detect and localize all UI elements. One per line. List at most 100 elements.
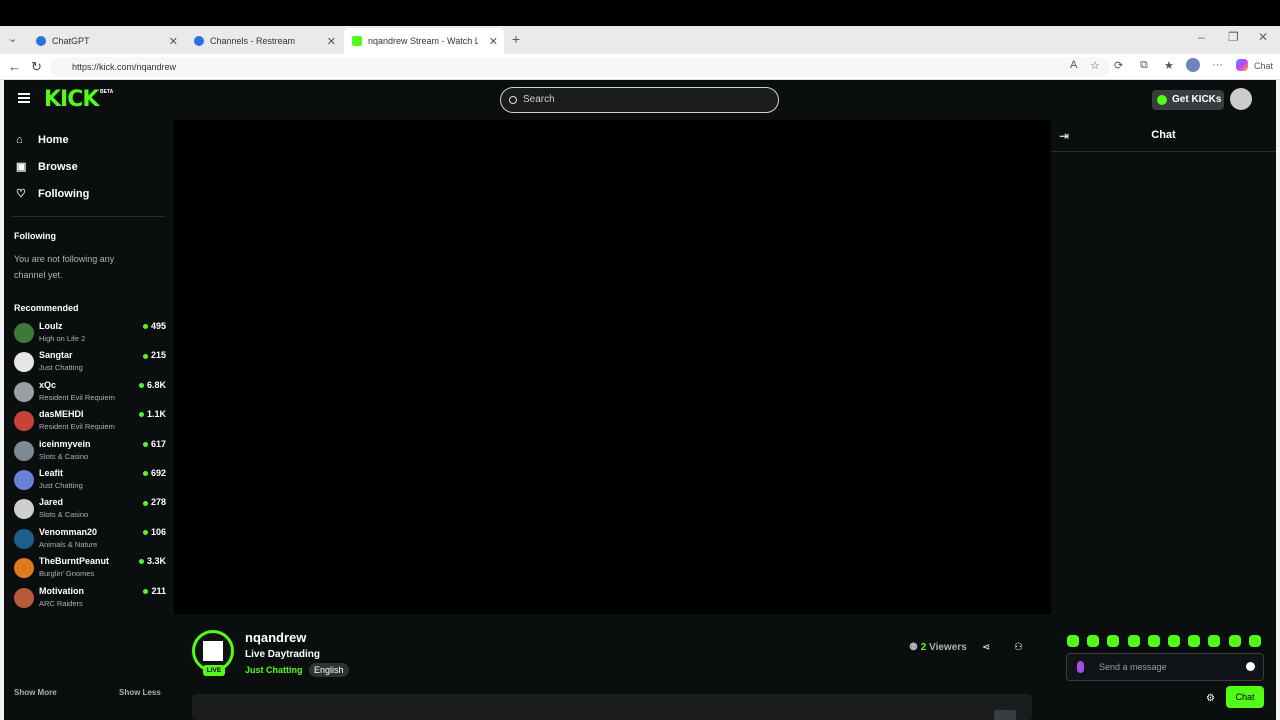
beta-label: BETA xyxy=(100,89,114,95)
recommended-channel[interactable]: Motivation ARC Raiders 211 xyxy=(14,585,166,613)
channel-name[interactable]: nqandrew xyxy=(245,630,306,645)
channel-category: Slots & Casino xyxy=(39,510,89,520)
favorite-star-icon[interactable]: ☆ xyxy=(1090,59,1100,72)
tab-title: Channels - Restream xyxy=(210,36,296,46)
chatgpt-favicon-icon xyxy=(36,36,46,46)
recommended-channel[interactable]: iceinmyvein Slots & Casino 617 xyxy=(14,438,166,466)
emote-icon[interactable] xyxy=(1248,635,1261,647)
stream-category[interactable]: Just Chatting xyxy=(245,665,303,675)
recommended-channel[interactable]: Venomman20 Animals & Nature 106 xyxy=(14,526,166,554)
stream-title: Live Daytrading xyxy=(245,649,321,660)
channel-name: Motivation xyxy=(39,585,84,596)
menu-icon[interactable] xyxy=(18,93,30,103)
show-more-button[interactable]: Show More xyxy=(14,688,57,697)
recommended-channel[interactable]: dasMEHDI Resident Evil Requiem 1.1K xyxy=(14,408,166,436)
home-icon: ⌂ xyxy=(16,134,23,146)
address-bar: ← ↻ https://kick.com/nqandrew A ☆ ⟳ ⧉ ★ … xyxy=(0,54,1280,80)
live-dot-icon xyxy=(138,382,144,388)
recommended-channel[interactable]: xQc Resident Evil Requiem 6.8K xyxy=(14,379,166,407)
close-tab-icon[interactable]: ✕ xyxy=(489,35,498,48)
recommended-channel[interactable]: Sangtar Just Chatting 215 xyxy=(14,349,166,377)
viewer-count: 278 xyxy=(142,497,166,507)
emote-icon[interactable] xyxy=(1107,635,1120,647)
tab-chatgpt[interactable]: ChatGPT ✕ xyxy=(28,28,184,54)
send-chat-button[interactable]: Chat xyxy=(1226,686,1264,708)
user-avatar[interactable] xyxy=(1230,88,1252,110)
close-tab-icon[interactable]: ✕ xyxy=(327,35,336,48)
emote-icon[interactable] xyxy=(1147,635,1160,647)
emote-icon[interactable] xyxy=(1228,635,1241,647)
share-icon[interactable]: ⋖ xyxy=(982,642,990,653)
url-input[interactable]: https://kick.com/nqandrew xyxy=(50,57,1110,77)
emoji-icon[interactable] xyxy=(1246,662,1255,671)
recommended-channel[interactable]: Jared Slots & Casino 278 xyxy=(14,496,166,524)
video-player[interactable] xyxy=(174,120,1051,614)
channel-name: xQc xyxy=(39,379,57,390)
channel-avatar xyxy=(14,587,34,608)
read-aloud-icon[interactable]: A xyxy=(1070,59,1077,71)
emote-icon[interactable] xyxy=(1188,635,1201,647)
microphone-icon[interactable] xyxy=(1077,661,1084,673)
maximize-icon[interactable]: ❐ xyxy=(1228,30,1239,44)
channel-avatar-image xyxy=(203,641,223,661)
kick-page: KICK BETA Search Get KICKs ⌂ Home ▣ Brow… xyxy=(4,80,1276,720)
tab-restream[interactable]: Channels - Restream ✕ xyxy=(186,28,342,54)
panel-toggle[interactable] xyxy=(994,710,1016,720)
channel-category: Just Chatting xyxy=(39,363,83,373)
site-header: KICK BETA Search Get KICKs xyxy=(4,80,1276,120)
emote-icon[interactable] xyxy=(1168,635,1180,647)
language-tag[interactable]: English xyxy=(309,663,349,677)
kick-logo[interactable]: KICK xyxy=(44,87,99,112)
chat-panel: ⇥ Chat Send a message ⚙ Chat xyxy=(1051,120,1276,720)
emote-icon[interactable] xyxy=(1208,635,1221,647)
follow-icon[interactable]: ⚇ xyxy=(1014,642,1023,653)
split-screen-icon[interactable]: ⧉ xyxy=(1140,59,1148,72)
channel-avatar xyxy=(14,352,34,373)
chat-message-input[interactable]: Send a message xyxy=(1066,653,1264,681)
browse-icon: ▣ xyxy=(16,161,27,173)
emote-icon[interactable] xyxy=(1067,635,1079,647)
browser-window: ⌄ ChatGPT ✕ Channels - Restream ✕ nqandr… xyxy=(0,26,1280,720)
recommended-channel[interactable]: Loulz High on Life 2 495 xyxy=(14,320,166,348)
recommended-channel[interactable]: Leafit Just Chatting 692 xyxy=(14,467,166,495)
viewer-number: 3.3K xyxy=(146,556,166,567)
window-close-icon[interactable]: ✕ xyxy=(1258,30,1268,44)
profile-icon[interactable] xyxy=(1186,58,1200,72)
copilot-icon[interactable] xyxy=(1236,59,1248,71)
chat-title: Chat xyxy=(1151,129,1176,141)
refresh-icon[interactable]: ↻ xyxy=(31,59,42,75)
more-menu-icon[interactable]: ··· xyxy=(1212,59,1223,71)
sidebar-item-browse[interactable]: ▣ Browse xyxy=(16,161,78,173)
get-kicks-button[interactable]: Get KICKs xyxy=(1152,90,1224,110)
channel-category: Just Chatting xyxy=(39,481,83,490)
viewer-count: 692 xyxy=(142,468,166,478)
new-tab-icon[interactable]: + xyxy=(512,31,520,47)
channel-category: Animals & Nature xyxy=(39,539,98,549)
extensions-icon[interactable]: ⟳ xyxy=(1114,59,1123,72)
close-tab-icon[interactable]: ✕ xyxy=(169,35,178,48)
sidebar-item-home[interactable]: ⌂ Home xyxy=(16,134,69,146)
channel-avatar xyxy=(14,558,34,579)
viewer-count: 6.8K xyxy=(138,380,166,390)
favorites-icon[interactable]: ★ xyxy=(1164,59,1174,72)
emote-icon[interactable] xyxy=(1087,635,1100,647)
emote-icon[interactable] xyxy=(1127,635,1140,647)
tab-list-icon[interactable]: ⌄ xyxy=(8,32,17,45)
back-icon[interactable]: ← xyxy=(8,59,21,74)
copilot-label[interactable]: Chat xyxy=(1254,61,1273,71)
viewer-number: 692 xyxy=(150,468,166,478)
gear-icon[interactable]: ⚙ xyxy=(1206,693,1215,704)
minimize-icon[interactable]: – xyxy=(1198,30,1205,44)
viewers-label: Viewers xyxy=(929,642,967,653)
tab-kick-stream[interactable]: nqandrew Stream - Watch Live ✕ xyxy=(344,28,504,54)
show-less-button[interactable]: Show Less xyxy=(119,688,161,697)
search-icon xyxy=(509,96,517,104)
screen-top-bar xyxy=(0,0,1280,26)
channel-name: Jared xyxy=(39,497,64,508)
search-input[interactable]: Search xyxy=(500,87,779,113)
following-section-title: Following xyxy=(14,231,56,241)
url-text: https://kick.com/nqandrew xyxy=(72,62,177,72)
sidebar-item-following[interactable]: ♡ Following xyxy=(16,188,89,200)
sidebar-divider xyxy=(12,216,165,217)
recommended-channel[interactable]: TheBurntPeanut Burglin' Gnomes 3.3K xyxy=(14,555,166,583)
